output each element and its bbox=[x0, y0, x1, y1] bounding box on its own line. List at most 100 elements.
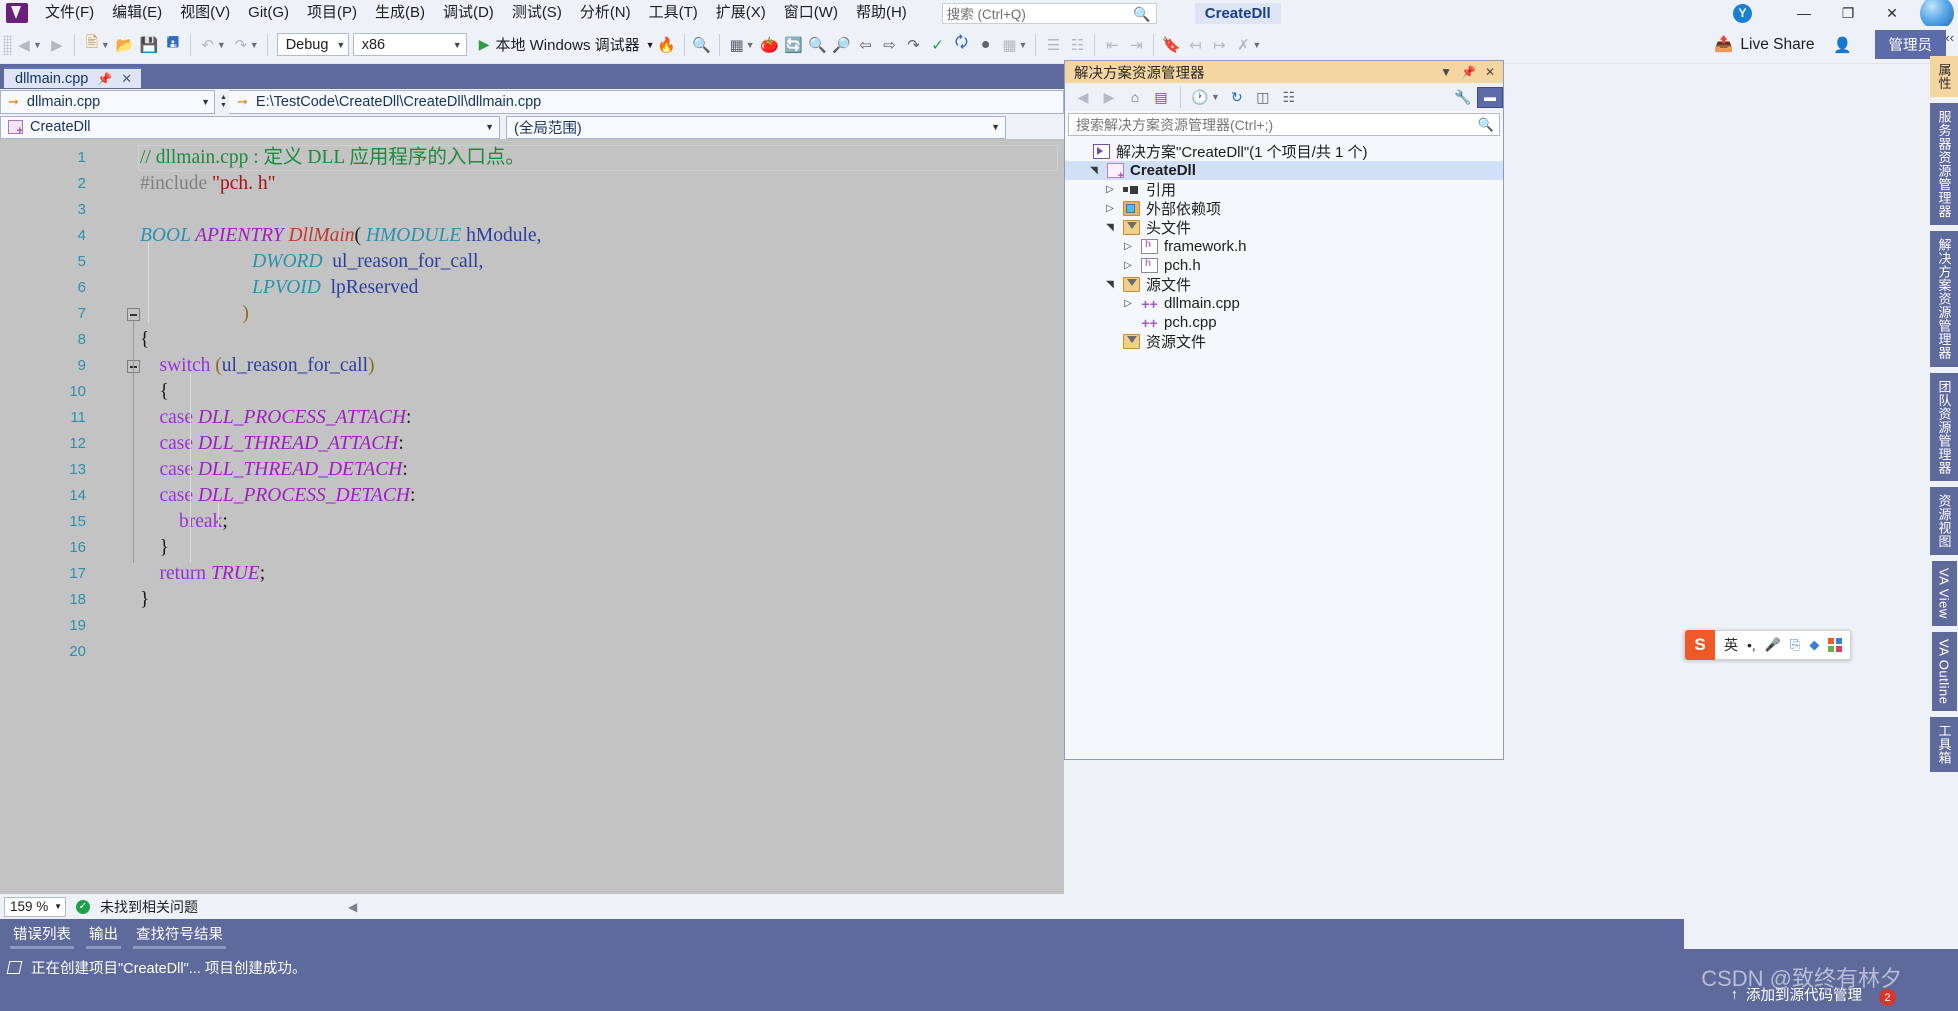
feedback-icon[interactable]: 👤 bbox=[1831, 32, 1855, 58]
close-button[interactable]: ✕ bbox=[1870, 0, 1914, 26]
step-out-icon[interactable]: ↷ bbox=[902, 32, 926, 58]
pending-changes-icon[interactable]: 🕐 bbox=[1188, 85, 1212, 109]
restore-button[interactable]: ❐ bbox=[1826, 0, 1870, 26]
vertical-tab-[interactable]: 属性 bbox=[1930, 56, 1958, 97]
expanded-twisty-icon[interactable]: ◢ bbox=[1089, 164, 1100, 178]
vertical-tab-[interactable]: 工具箱 bbox=[1930, 717, 1958, 772]
collapsed-twisty-icon[interactable]: ▷ bbox=[1121, 241, 1135, 252]
file-selector-dropdown[interactable]: ➞ dllmain.cpp ▼ bbox=[0, 90, 215, 114]
code-line[interactable]: 2#include "pch. h" bbox=[0, 171, 1064, 197]
ime-mode-label[interactable]: 英 bbox=[1724, 635, 1738, 655]
menu-project[interactable]: 项目(P) bbox=[298, 0, 366, 26]
debug-target-icon[interactable]: 🍅 bbox=[758, 32, 782, 58]
tree-item-pch.cpp[interactable]: ++pch.cpp bbox=[1065, 313, 1503, 332]
preview-dropdown-icon[interactable]: ▼ bbox=[746, 40, 755, 50]
collapse-all-icon[interactable]: ◫ bbox=[1251, 85, 1275, 109]
tree-item-createdll11[interactable]: 解决方案"CreateDll"(1 个项目/共 1 个) bbox=[1065, 142, 1503, 161]
minimize-button[interactable]: — bbox=[1782, 0, 1826, 26]
chevron-down-icon[interactable]: ▼ bbox=[1211, 92, 1220, 102]
tree-item-dllmain.cpp[interactable]: ▷++dllmain.cpp bbox=[1065, 294, 1503, 313]
vertical-tab-[interactable]: 团队资源管理器 bbox=[1930, 373, 1958, 482]
show-all-files-icon[interactable]: ☷ bbox=[1277, 85, 1301, 109]
menu-view[interactable]: 视图(V) bbox=[171, 0, 239, 26]
step-forward-icon[interactable]: ⇨ bbox=[878, 32, 902, 58]
tree-item-[interactable]: ▷引用 bbox=[1065, 180, 1503, 199]
member-scope-dropdown[interactable]: (全局范围) ▼ bbox=[506, 116, 1006, 139]
output-tab-查找符号结果[interactable]: 查找符号结果 bbox=[127, 920, 232, 949]
refresh-icon[interactable]: ↻ bbox=[1225, 85, 1249, 109]
code-line[interactable]: 13 case DLL_THREAD_DETACH: bbox=[0, 457, 1064, 483]
previous-bookmark-icon[interactable]: ↤ bbox=[1183, 32, 1207, 58]
increase-indent-icon[interactable]: ⇥ bbox=[1124, 32, 1148, 58]
collapse-region-icon[interactable] bbox=[127, 308, 140, 321]
account-avatar[interactable]: Y bbox=[1733, 4, 1752, 23]
code-line[interactable]: 9 switch (ul_reason_for_call) bbox=[0, 353, 1064, 379]
code-line[interactable]: 17 return TRUE; bbox=[0, 561, 1064, 587]
collapse-panel-icon[interactable]: ‹‹ bbox=[1945, 30, 1954, 45]
code-line[interactable]: 14 case DLL_PROCESS_DETACH: bbox=[0, 483, 1064, 509]
menu-analyze[interactable]: 分析(N) bbox=[571, 0, 640, 26]
find-next-icon[interactable]: 🔎 bbox=[830, 32, 854, 58]
live-share-button[interactable]: 📤 Live Share bbox=[1714, 35, 1814, 54]
zoom-search-icon[interactable]: 🔍 bbox=[806, 32, 830, 58]
menu-test[interactable]: 测试(S) bbox=[503, 0, 571, 26]
decrease-indent-icon[interactable]: ⇤ bbox=[1100, 32, 1124, 58]
pin-icon[interactable]: 📌 bbox=[97, 72, 112, 86]
microphone-icon[interactable]: 🎤 bbox=[1765, 637, 1781, 653]
spell-check-icon[interactable]: ✓ bbox=[926, 32, 950, 58]
uncomment-selection-icon[interactable]: ☷ bbox=[1065, 32, 1089, 58]
menu-window[interactable]: 窗口(W) bbox=[775, 0, 847, 26]
quick-launch-search[interactable]: 搜索 (Ctrl+Q) 🔍 bbox=[942, 3, 1157, 24]
tree-item-[interactable]: ◢源文件 bbox=[1065, 275, 1503, 294]
skin-icon[interactable]: ◆ bbox=[1809, 637, 1819, 653]
panel-pin-icon[interactable]: 📌 bbox=[1461, 65, 1476, 79]
solution-configuration-combo[interactable]: Debug ▼ bbox=[277, 33, 349, 56]
vertical-tab-[interactable]: 解决方案资源管理器 bbox=[1930, 231, 1958, 367]
scroll-left-icon[interactable]: ◀ bbox=[348, 900, 357, 914]
apps-grid-icon[interactable] bbox=[1828, 638, 1842, 652]
close-icon[interactable]: ✕ bbox=[121, 71, 132, 87]
code-line[interactable]: 20 bbox=[0, 639, 1064, 665]
toolbar-grip[interactable] bbox=[3, 35, 12, 55]
output-tab-输出[interactable]: 输出 bbox=[80, 920, 127, 949]
preview-selected-items-icon[interactable]: ▬ bbox=[1477, 87, 1503, 108]
menu-file[interactable]: 文件(F) bbox=[36, 0, 103, 26]
tab-dllmain-cpp[interactable]: dllmain.cpp 📌 ✕ bbox=[4, 67, 141, 88]
code-line[interactable]: 1// dllmain.cpp : 定义 DLL 应用程序的入口点。 bbox=[0, 145, 1064, 171]
navigate-forward-icon[interactable]: ▶ bbox=[45, 32, 69, 58]
back-dropdown-icon[interactable]: ▼ bbox=[33, 40, 42, 50]
code-line[interactable]: 19 bbox=[0, 613, 1064, 639]
code-line[interactable]: 10 { bbox=[0, 379, 1064, 405]
menu-build[interactable]: 生成(B) bbox=[366, 0, 434, 26]
code-line[interactable]: 3 bbox=[0, 197, 1064, 223]
expanded-twisty-icon[interactable]: ◢ bbox=[1105, 221, 1116, 235]
code-line[interactable]: 4BOOL APIENTRY DllMain( HMODULE hModule, bbox=[0, 223, 1064, 249]
panel-close-icon[interactable]: ✕ bbox=[1485, 65, 1495, 79]
menu-extensions[interactable]: 扩展(X) bbox=[707, 0, 775, 26]
refresh-folder-icon[interactable]: 🔄 bbox=[782, 32, 806, 58]
project-scope-dropdown[interactable]: CreateDll ▼ bbox=[0, 116, 500, 139]
code-line[interactable]: 6 LPVOID lpReserved bbox=[0, 275, 1064, 301]
properties-icon[interactable]: 🔧 bbox=[1451, 85, 1475, 109]
output-tab-错误列表[interactable]: 错误列表 bbox=[4, 920, 80, 949]
solution-platform-combo[interactable]: x86 ▼ bbox=[353, 33, 467, 56]
tree-item-framework.h[interactable]: ▷framework.h bbox=[1065, 237, 1503, 256]
code-line[interactable]: 16 } bbox=[0, 535, 1064, 561]
collapsed-twisty-icon[interactable]: ▷ bbox=[1121, 260, 1135, 271]
vertical-tab-[interactable]: 服务器资源管理器 bbox=[1930, 103, 1958, 225]
solution-view-icon[interactable]: ▤ bbox=[1149, 85, 1173, 109]
menu-debug[interactable]: 调试(D) bbox=[434, 0, 503, 26]
toggle-bookmark-icon[interactable]: 🔖 bbox=[1159, 32, 1183, 58]
notification-badge[interactable]: 2 bbox=[1879, 989, 1896, 1006]
solution-explorer-search[interactable]: 搜索解决方案资源管理器(Ctrl+;) 🔍 bbox=[1068, 113, 1500, 136]
comment-selection-icon[interactable]: ☰ bbox=[1041, 32, 1065, 58]
step-back-icon[interactable]: ⇦ bbox=[854, 32, 878, 58]
menu-edit[interactable]: 编辑(E) bbox=[103, 0, 171, 26]
code-line[interactable]: 7 ) bbox=[0, 301, 1064, 327]
code-line[interactable]: 5 DWORD ul_reason_for_call, bbox=[0, 249, 1064, 275]
tree-item-createdll[interactable]: ◢CreateDll bbox=[1065, 161, 1503, 180]
refactor-icon[interactable]: 🗘 bbox=[950, 32, 974, 58]
new-dropdown-icon[interactable]: ▼ bbox=[101, 40, 110, 50]
undo-dropdown-icon[interactable]: ▼ bbox=[217, 40, 226, 50]
code-line[interactable]: 12 case DLL_THREAD_ATTACH: bbox=[0, 431, 1064, 457]
